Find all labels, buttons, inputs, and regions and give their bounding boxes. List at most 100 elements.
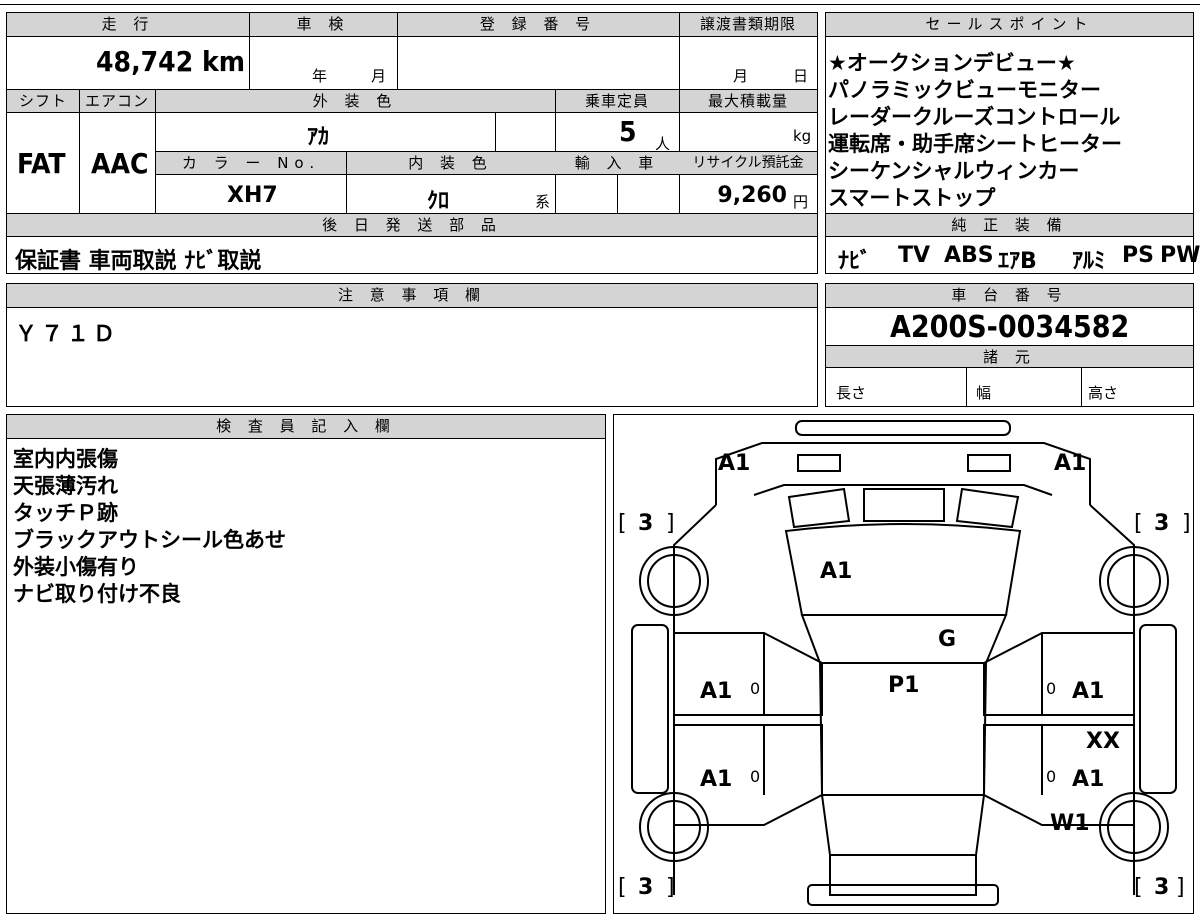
- sales-point: レーダークルーズコントロール: [828, 105, 1121, 129]
- inspector-header: 検 査 員 記 入 欄: [7, 415, 605, 439]
- mark-right-rear-door: A1: [1072, 767, 1105, 792]
- tread-bracket: [: [618, 875, 627, 900]
- inspector-line: タッチＰ跡: [13, 501, 118, 525]
- mark-left-front-door: A1: [700, 679, 733, 704]
- reg-number-header: 登 録 番 号: [397, 13, 679, 37]
- inspector-line: 室内内張傷: [13, 447, 118, 471]
- equipment-header: 純 正 装 備: [826, 214, 1193, 237]
- mark-right-quarter: XX: [1086, 729, 1120, 754]
- sales-points-panel: セールスポイント ★オークションデビュー★ パノラミックビューモニター レーダー…: [825, 12, 1200, 274]
- mark-windshield: G: [938, 627, 957, 652]
- mark-front-left: A1: [718, 451, 751, 476]
- exterior-color-value: ｱｶ: [307, 125, 330, 150]
- tread-bracket: ]: [666, 875, 675, 900]
- small-mark: 0: [1046, 767, 1057, 786]
- sales-points-header: セールスポイント: [826, 13, 1193, 37]
- aircon-header: エアコン: [79, 90, 155, 113]
- small-mark: 0: [750, 679, 761, 698]
- sales-point: シーケンシャルウィンカー: [828, 159, 1080, 183]
- capacity-header: 乗車定員: [555, 90, 679, 113]
- inspection-month-unit: 月: [371, 67, 387, 85]
- windshield-shape: [800, 614, 1008, 664]
- equip-item: PW: [1160, 243, 1200, 268]
- width-label: 幅: [976, 384, 992, 402]
- mark-right-rear-wheel: W1: [1050, 811, 1090, 836]
- top-strip-line: [0, 4, 1200, 5]
- right-front-door-shape: [983, 632, 1135, 716]
- equip-item: PS: [1122, 243, 1154, 268]
- front-end-shape: [715, 442, 1091, 505]
- inspector-line: 天張薄汚れ: [13, 474, 118, 498]
- sales-point: スマートストップ: [828, 186, 996, 210]
- tread-front-right: 3: [1154, 511, 1170, 536]
- tread-bracket: [: [1134, 511, 1143, 536]
- color-no-header: カ ラ ー No.: [156, 152, 346, 175]
- mark-roof: P1: [888, 673, 920, 698]
- transfer-month-unit: 月: [733, 67, 749, 85]
- chassis-number: A200S-0034582: [890, 310, 1130, 345]
- tread-bracket: ]: [666, 511, 675, 536]
- small-mark: 0: [1046, 679, 1057, 698]
- inspector-line: 外装小傷有り: [13, 555, 139, 579]
- color-no-value: XH7: [227, 183, 278, 208]
- tread-bracket: ]: [1176, 875, 1185, 900]
- sales-point: 運転席・助手席シートヒーター: [828, 132, 1122, 156]
- transfer-deadline-header: 譲渡書類期限: [679, 13, 817, 37]
- aircon-value: AAC: [91, 147, 149, 180]
- car-diagram: [631, 420, 1177, 906]
- right-headlight-shape: [967, 454, 1011, 472]
- interior-suffix: 系: [535, 193, 551, 211]
- exterior-color-header: 外 装 色: [155, 90, 555, 113]
- left-headlight-shape: [797, 454, 841, 472]
- equip-item: ABS: [944, 243, 994, 268]
- later-parts-header: 後 日 発 送 部 品: [7, 214, 817, 237]
- interior-color-value: ｸﾛ: [427, 189, 450, 214]
- spec-table: 走 行 車 検 登 録 番 号 譲渡書類期限 48,742 km 年 月 月 日…: [6, 12, 818, 274]
- equip-item: ｴｱB: [998, 249, 1037, 274]
- right-side-shape: [1139, 624, 1177, 794]
- inspector-panel: 検 査 員 記 入 欄 室内内張傷 天張薄汚れ タッチＰ跡 ブラックアウトシール…: [6, 414, 606, 914]
- front-bumper-shape: [795, 420, 1011, 436]
- chassis-panel: 車 台 番 号 A200S-0034582 諸 元 長さ 幅 高さ: [825, 283, 1194, 407]
- inspector-line: ブラックアウトシール色あせ: [13, 528, 286, 552]
- trunk-shape: [829, 854, 977, 896]
- small-mark: 0: [750, 767, 761, 786]
- car-diagram-panel: [ 3 ] [ 3 ] [ 3 ] [ 3 ] A1 A1 A1 G P1 A1…: [613, 414, 1194, 914]
- rear-glass-shape: [820, 794, 986, 856]
- inspection-header: 車 検: [249, 13, 397, 37]
- tread-bracket: [: [1134, 875, 1143, 900]
- shift-value: FAT: [17, 147, 66, 180]
- notes-panel: 注 意 事 項 欄 Ｙ７１Ｄ: [6, 283, 818, 407]
- body-sides-shape: [673, 504, 1135, 895]
- inspection-year-unit: 年: [312, 67, 328, 85]
- load-unit: kg: [793, 127, 812, 145]
- recycle-fee-value: 9,260: [717, 183, 787, 208]
- sales-point: パノラミックビューモニター: [828, 78, 1101, 102]
- interior-color-header: 内 装 色: [346, 152, 555, 175]
- grille-center-shape: [863, 488, 945, 522]
- mark-front-right: A1: [1054, 451, 1087, 476]
- mark-right-front-door: A1: [1072, 679, 1105, 704]
- notes-header: 注 意 事 項 欄: [7, 284, 817, 308]
- recycle-unit: 円: [793, 193, 809, 211]
- equip-item: TV: [898, 243, 931, 268]
- mark-hood: A1: [820, 559, 853, 584]
- max-load-header: 最大積載量: [679, 90, 817, 113]
- left-front-door-shape: [673, 632, 823, 716]
- chassis-header: 車 台 番 号: [826, 284, 1193, 308]
- tread-rear-right: 3: [1154, 875, 1170, 900]
- equip-item: ﾅﾋﾞ: [838, 249, 872, 274]
- mark-left-rear-door: A1: [700, 767, 733, 792]
- tread-bracket: [: [618, 511, 627, 536]
- equip-item: ｱﾙﾐ: [1072, 249, 1106, 274]
- tread-front-left: 3: [638, 511, 654, 536]
- left-rear-door-shape: [673, 724, 823, 826]
- mileage-header: 走 行: [7, 13, 249, 37]
- import-header: 輸 入 車: [555, 152, 679, 175]
- later-parts-value: 保証書 車両取説 ﾅﾋﾞ取説: [15, 249, 262, 274]
- shift-header: シフト: [7, 90, 79, 113]
- tread-rear-left: 3: [638, 875, 654, 900]
- notes-text: Ｙ７１Ｄ: [15, 322, 120, 347]
- transfer-day-unit: 日: [793, 67, 809, 85]
- spec-header: 諸 元: [826, 346, 1193, 368]
